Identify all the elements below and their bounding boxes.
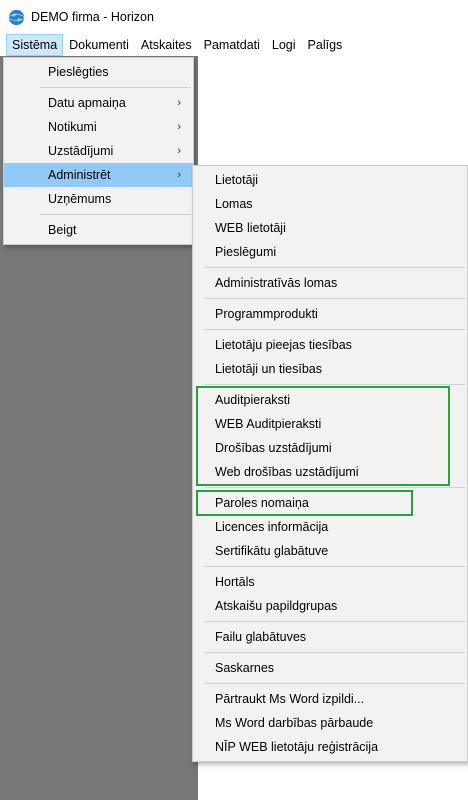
menu-item-label: Lietotāji <box>215 173 259 187</box>
administret-submenu: Lietotāji Lomas WEB lietotāji Pieslēgumi Adm… <box>192 165 468 762</box>
administret-item-drosibas-uzstadijumi[interactable]: Drošības uzstādījumi <box>193 436 467 460</box>
administret-item-sertifikatu-glabatuve[interactable]: Sertifikātu glabātuve <box>193 539 467 563</box>
administret-item-failu-glabatuves[interactable]: Failu glabātuves <box>193 625 467 649</box>
menu-item-label: Drošības uzstādījumi <box>215 441 332 455</box>
menu-item-label: Lomas <box>215 197 253 211</box>
menu-item-label: Hortāls <box>215 575 255 589</box>
administret-item-partraukt-ms-word-izpildi[interactable]: Pārtraukt Ms Word izpildi... <box>193 687 467 711</box>
menu-dokumenti[interactable]: Dokumenti <box>63 34 135 56</box>
administret-item-web-auditpieraksti[interactable]: WEB Auditpieraksti <box>193 412 467 436</box>
menu-item-label: Pieslēgumi <box>215 245 277 259</box>
menu-item-label: Lietotāju pieejas tiesības <box>215 338 352 352</box>
sistema-item-uzstadijumi[interactable]: Uzstādījumi › <box>4 139 193 163</box>
administret-item-web-lietotaji[interactable]: WEB lietotāji <box>193 216 467 240</box>
menu-logi[interactable]: Logi <box>266 34 302 56</box>
administret-item-ms-word-darbibas-parbaude[interactable]: Ms Word darbības pārbaude <box>193 711 467 735</box>
menu-separator <box>205 621 465 622</box>
menu-item-label: Pārtraukt Ms Word izpildi... <box>215 692 365 706</box>
menu-separator <box>205 652 465 653</box>
chevron-right-icon: › <box>177 121 181 133</box>
sistema-item-administret[interactable]: Administrēt › <box>4 163 193 187</box>
menu-separator <box>205 487 465 488</box>
menu-separator <box>205 384 465 385</box>
sistema-item-datu-apmaina[interactable]: Datu apmaiņa › <box>4 91 193 115</box>
administret-item-lietotaji[interactable]: Lietotāji <box>193 168 467 192</box>
menu-item-label: WEB Auditpieraksti <box>215 417 322 431</box>
administret-item-nip-web-lietotaju-registracija[interactable]: NĪP WEB lietotāju reģistrācija <box>193 735 467 759</box>
administret-item-atskaisu-papildgrupas[interactable]: Atskaišu papildgrupas <box>193 594 467 618</box>
administret-item-paroles-nomaina[interactable]: Paroles nomaiņa <box>193 491 467 515</box>
administret-item-lomas[interactable]: Lomas <box>193 192 467 216</box>
menu-separator <box>205 329 465 330</box>
menu-item-label: Licences informācija <box>215 520 329 534</box>
menu-item-label: Uzstādījumi <box>48 144 114 158</box>
menu-item-label: Auditpieraksti <box>215 393 291 407</box>
menu-item-label: WEB lietotāji <box>215 221 286 235</box>
chevron-right-icon: › <box>177 145 181 157</box>
menu-item-label: NĪP WEB lietotāju reģistrācija <box>215 740 379 754</box>
menu-bar: Sistēma Dokumenti Atskaites Pamatdati Logi Pa… <box>0 34 468 56</box>
menu-item-label: Pieslēgties <box>48 65 109 79</box>
chevron-right-icon: › <box>177 97 181 109</box>
menu-separator <box>40 87 191 88</box>
administret-item-lietotaji-un-tiesibas[interactable]: Lietotāji un tiesības <box>193 357 467 381</box>
menu-item-label: Beigt <box>48 223 77 237</box>
menu-item-label: Administrēt <box>48 168 111 182</box>
sistema-item-notikumi[interactable]: Notikumi › <box>4 115 193 139</box>
menu-separator <box>205 267 465 268</box>
administret-item-licences-informacija[interactable]: Licences informācija <box>193 515 467 539</box>
menu-item-label: Administratīvās lomas <box>215 276 338 290</box>
administret-item-pieslegumi[interactable]: Pieslēgumi <box>193 240 467 264</box>
menu-sistema[interactable]: Sistēma <box>6 34 64 56</box>
menu-item-label: Atskaišu papildgrupas <box>215 599 338 613</box>
menu-item-label: Lietotāji un tiesības <box>215 362 323 376</box>
administret-item-programmprodukti[interactable]: Programmprodukti <box>193 302 467 326</box>
menu-item-label: Notikumi <box>48 120 97 134</box>
administret-item-lietotaju-pieejas-tiesibas[interactable]: Lietotāju pieejas tiesības <box>193 333 467 357</box>
sistema-item-uznemums[interactable]: Uzņēmums <box>4 187 193 211</box>
menu-separator <box>205 683 465 684</box>
menu-item-label: Uzņēmums <box>48 192 112 206</box>
menu-paligs[interactable]: Palīgs <box>302 34 349 56</box>
menu-item-label: Ms Word darbības pārbaude <box>215 716 374 730</box>
menu-atskaites[interactable]: Atskaites <box>135 34 198 56</box>
globe-icon <box>8 9 25 25</box>
title-bar: DEMO firma - Horizon <box>0 0 468 34</box>
menu-item-label: Sertifikātu glabātuve <box>215 544 329 558</box>
menu-separator <box>205 298 465 299</box>
administret-item-administrativas-lomas[interactable]: Administratīvās lomas <box>193 271 467 295</box>
administret-item-auditpieraksti[interactable]: Auditpieraksti <box>193 388 467 412</box>
sistema-item-beigt[interactable]: Beigt <box>4 218 193 242</box>
administret-item-web-drosibas-uzstadijumi[interactable]: Web drošības uzstādījumi <box>193 460 467 484</box>
administret-item-hortals[interactable]: Hortāls <box>193 570 467 594</box>
menu-item-label: Datu apmaiņa <box>48 96 126 110</box>
sistema-dropdown-menu: Pieslēgties Datu apmaiņa › Notikumi › Uzstādī… <box>3 57 194 245</box>
window-title: DEMO firma - Horizon <box>31 10 154 24</box>
menu-item-label: Failu glabātuves <box>215 630 307 644</box>
sistema-item-pieslegties[interactable]: Pieslēgties <box>4 60 193 84</box>
menu-item-label: Programmprodukti <box>215 307 318 321</box>
menu-item-label: Paroles nomaiņa <box>215 496 309 510</box>
chevron-right-icon: › <box>177 169 181 181</box>
menu-item-label: Web drošības uzstādījumi <box>215 465 359 479</box>
menu-item-label: Saskarnes <box>215 661 275 675</box>
menu-pamatdati[interactable]: Pamatdati <box>198 34 266 56</box>
menu-separator <box>205 566 465 567</box>
administret-item-saskarnes[interactable]: Saskarnes <box>193 656 467 680</box>
menu-separator <box>40 214 191 215</box>
